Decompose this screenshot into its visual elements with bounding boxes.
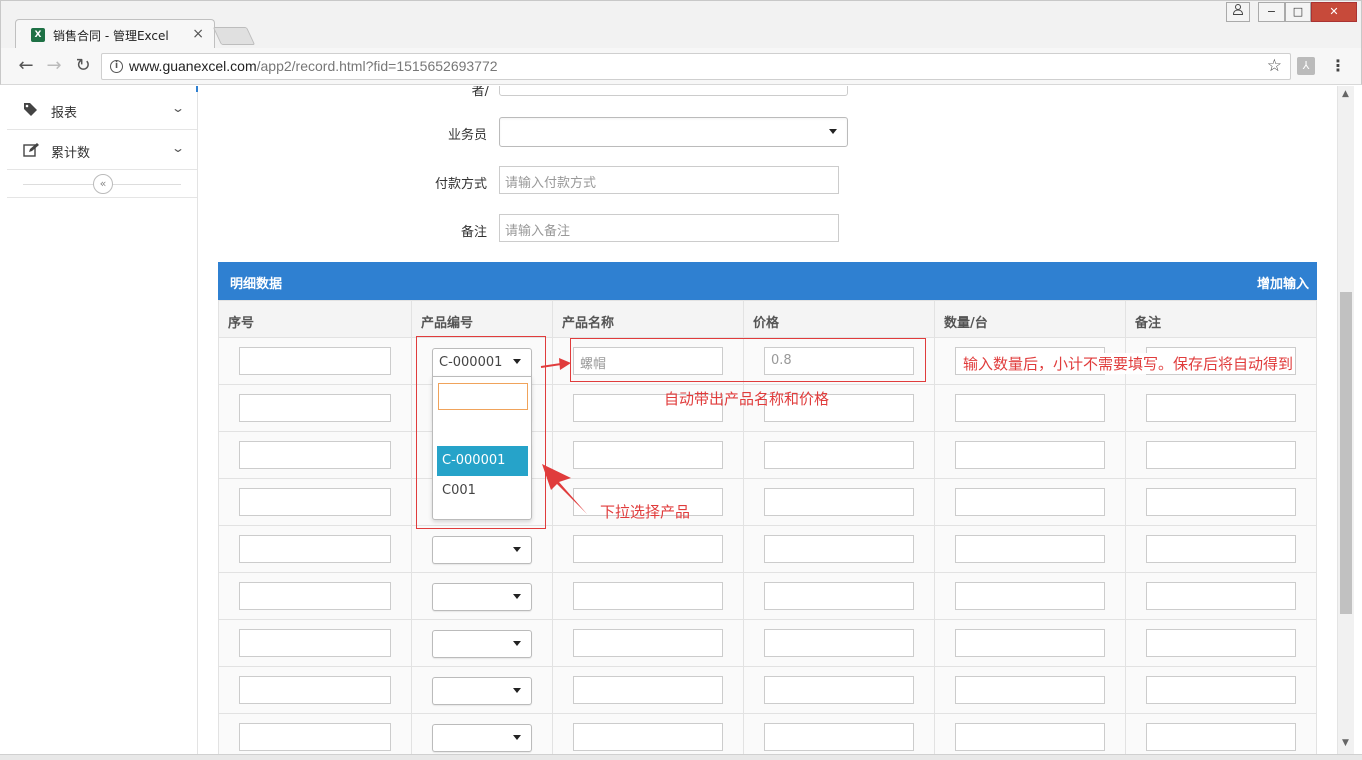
browser-titlebar: X 销售合同 - 管理Excel × − □ ✕: [0, 0, 1362, 49]
url-path: /app2/record.html?fid=1515652693772: [256, 58, 498, 74]
chevron-down-icon: ⌄: [170, 101, 186, 115]
reload-icon[interactable]: ↻: [72, 55, 94, 76]
browser-toolbar: ← → ↻ i www.guanexcel.com/app2/record.ht…: [0, 48, 1362, 85]
chevron-down-icon: ⌄: [170, 141, 186, 155]
sidebar-item-label: 累计数: [51, 146, 91, 161]
info-icon[interactable]: i: [110, 60, 123, 73]
minimize-button[interactable]: −: [1258, 2, 1285, 22]
close-window-button[interactable]: ✕: [1311, 2, 1357, 22]
sidebar-item-cumulative[interactable]: 累计数 ⌄: [7, 130, 197, 170]
scroll-up-arrow-icon[interactable]: ▲: [1342, 89, 1349, 99]
window-bottom-border: [0, 754, 1362, 760]
browser-tab[interactable]: X 销售合同 - 管理Excel ×: [15, 19, 215, 49]
tab-close-icon[interactable]: ×: [192, 26, 204, 42]
bookmark-star-icon[interactable]: ☆: [1267, 56, 1282, 76]
back-arrow-icon[interactable]: ←: [15, 55, 37, 76]
user-icon: [1232, 4, 1244, 15]
new-tab-button[interactable]: [212, 27, 256, 45]
sidebar-item-report[interactable]: 报表 ⌄: [7, 90, 197, 130]
forward-arrow-icon[interactable]: →: [43, 55, 65, 76]
user-profile-button[interactable]: [1226, 2, 1250, 22]
arrowhead-auto-fill: [559, 358, 571, 370]
url-host: www.guanexcel.com: [129, 58, 257, 74]
tab-title: 销售合同 - 管理Excel: [53, 29, 169, 43]
tag-icon: [23, 102, 38, 121]
edit-icon: [23, 142, 39, 161]
collapse-sidebar-button[interactable]: «: [93, 174, 113, 194]
page-scrollbar[interactable]: ▲ ▼: [1337, 86, 1354, 754]
address-bar[interactable]: i www.guanexcel.com/app2/record.html?fid…: [101, 53, 1291, 80]
annotation-arrows: [540, 358, 587, 514]
arrow-line-auto-fill: [540, 363, 562, 368]
url-text: www.guanexcel.com/app2/record.html?fid=1…: [129, 58, 498, 74]
pdf-extension-icon[interactable]: ⅄: [1297, 57, 1315, 75]
excel-icon: X: [31, 28, 45, 42]
sidebar-item-label: 报表: [51, 106, 78, 121]
maximize-button[interactable]: □: [1285, 2, 1311, 22]
sidebar-collapse-row: «: [7, 170, 197, 198]
scroll-down-arrow-icon[interactable]: ▼: [1342, 738, 1349, 748]
browser-menu-icon[interactable]: ⋮: [1330, 56, 1346, 75]
arrow-select-product: [542, 464, 587, 514]
scroll-thumb[interactable]: [1340, 292, 1352, 614]
main-content: 者/ 业务员 付款方式 请输入付款方式 备注 请输入备注 明细数据 增加输入 序…: [199, 86, 1337, 760]
